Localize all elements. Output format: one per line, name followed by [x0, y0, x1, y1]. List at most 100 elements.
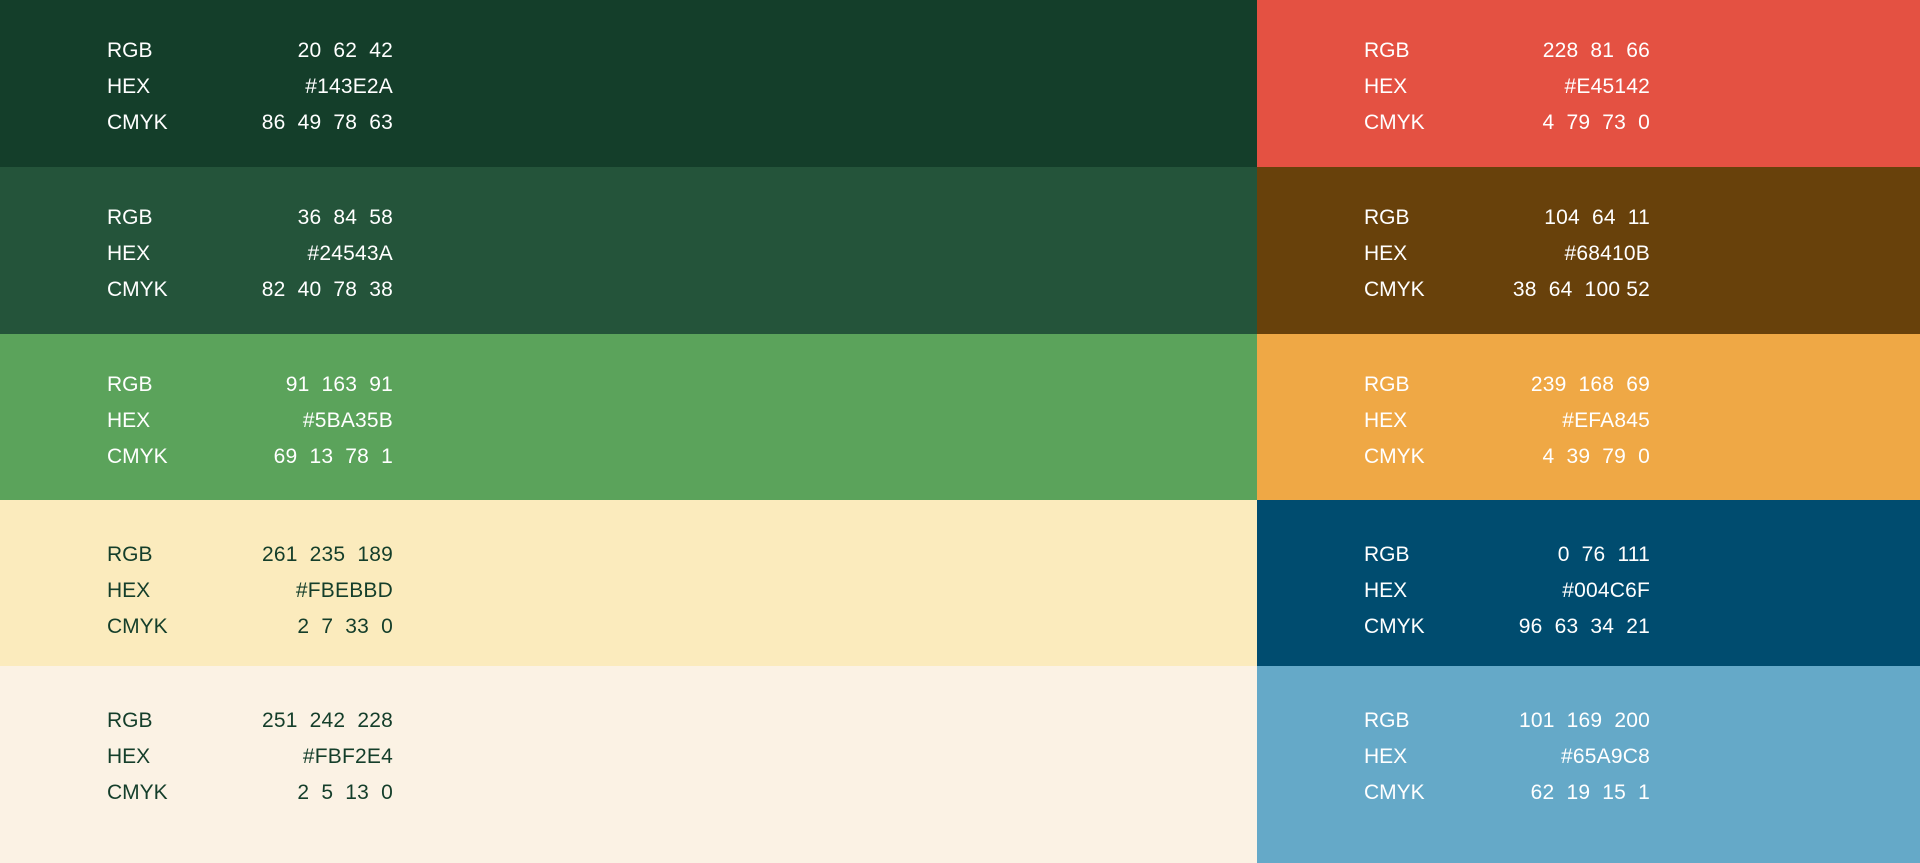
rgb-label: RGB: [107, 709, 153, 732]
rgb-label: RGB: [1364, 543, 1410, 566]
rgb-value: 228 81 66: [1542, 39, 1650, 62]
palette-column-left: RGB 20 62 42 HEX #143E2A CMYK 86 49 78 6…: [0, 0, 1257, 863]
rgb-row: RGB 36 84 58: [107, 200, 393, 236]
rgb-value: 0 76 111: [1557, 543, 1650, 566]
color-spec: RGB 228 81 66 HEX #E45142 CMYK 4 79 73 0: [1364, 33, 1650, 141]
swatch-forest-green: RGB 36 84 58 HEX #24543A CMYK 82 40 78 3…: [0, 167, 1257, 334]
rgb-value: 104 64 11: [1544, 206, 1650, 229]
cmyk-row: CMYK 4 39 79 0: [1364, 439, 1650, 475]
rgb-value: 91 163 91: [285, 373, 393, 396]
hex-label: HEX: [1364, 745, 1408, 768]
cmyk-row: CMYK 62 19 15 1: [1364, 775, 1650, 811]
cmyk-row: CMYK 2 7 33 0: [107, 609, 393, 645]
cmyk-label: CMYK: [107, 781, 168, 804]
cmyk-row: CMYK 86 49 78 63: [107, 105, 393, 141]
hex-value: #FBEBBD: [295, 579, 393, 602]
hex-row: HEX #FBF2E4: [107, 739, 393, 775]
hex-value: #143E2A: [305, 75, 393, 98]
hex-label: HEX: [107, 579, 151, 602]
cmyk-value: 4 39 79 0: [1542, 445, 1650, 468]
rgb-label: RGB: [107, 373, 153, 396]
hex-label: HEX: [1364, 409, 1408, 432]
cmyk-label: CMYK: [1364, 445, 1425, 468]
rgb-label: RGB: [107, 206, 153, 229]
hex-row: HEX #143E2A: [107, 69, 393, 105]
cmyk-label: CMYK: [1364, 615, 1425, 638]
cmyk-row: CMYK 82 40 78 38: [107, 272, 393, 308]
rgb-row: RGB 228 81 66: [1364, 33, 1650, 69]
hex-row: HEX #004C6F: [1364, 573, 1650, 609]
hex-label: HEX: [107, 409, 151, 432]
rgb-label: RGB: [107, 39, 153, 62]
color-spec: RGB 36 84 58 HEX #24543A CMYK 82 40 78 3…: [107, 200, 393, 308]
hex-row: HEX #68410B: [1364, 236, 1650, 272]
rgb-row: RGB 251 242 228: [107, 703, 393, 739]
rgb-label: RGB: [1364, 373, 1410, 396]
cmyk-row: CMYK 2 5 13 0: [107, 775, 393, 811]
cmyk-label: CMYK: [1364, 278, 1425, 301]
cmyk-value: 96 63 34 21: [1518, 615, 1650, 638]
rgb-row: RGB 239 168 69: [1364, 367, 1650, 403]
cmyk-row: CMYK 38 64 100 52: [1364, 272, 1650, 308]
hex-label: HEX: [107, 75, 151, 98]
rgb-value: 20 62 42: [297, 39, 393, 62]
rgb-label: RGB: [1364, 709, 1410, 732]
cmyk-label: CMYK: [107, 111, 168, 134]
hex-label: HEX: [107, 242, 151, 265]
rgb-value: 261 235 189: [261, 543, 393, 566]
hex-value: #EFA845: [1562, 409, 1650, 432]
cmyk-label: CMYK: [1364, 111, 1425, 134]
rgb-value: 101 169 200: [1518, 709, 1650, 732]
color-spec: RGB 91 163 91 HEX #5BA35B CMYK 69 13 78 …: [107, 367, 393, 475]
hex-row: HEX #5BA35B: [107, 403, 393, 439]
rgb-value: 239 168 69: [1530, 373, 1650, 396]
cmyk-value: 62 19 15 1: [1530, 781, 1650, 804]
cmyk-label: CMYK: [107, 615, 168, 638]
hex-row: HEX #65A9C8: [1364, 739, 1650, 775]
cmyk-value: 2 5 13 0: [297, 781, 393, 804]
hex-value: #24543A: [307, 242, 393, 265]
palette-column-right: RGB 228 81 66 HEX #E45142 CMYK 4 79 73 0…: [1257, 0, 1920, 863]
swatch-leaf-green: RGB 91 163 91 HEX #5BA35B CMYK 69 13 78 …: [0, 334, 1257, 500]
color-spec: RGB 251 242 228 HEX #FBF2E4 CMYK 2 5 13 …: [107, 703, 393, 811]
cmyk-value: 82 40 78 38: [261, 278, 393, 301]
cmyk-row: CMYK 4 79 73 0: [1364, 105, 1650, 141]
hex-value: #FBF2E4: [302, 745, 393, 768]
cmyk-label: CMYK: [107, 278, 168, 301]
color-spec: RGB 239 168 69 HEX #EFA845 CMYK 4 39 79 …: [1364, 367, 1650, 475]
hex-row: HEX #EFA845: [1364, 403, 1650, 439]
swatch-orange: RGB 239 168 69 HEX #EFA845 CMYK 4 39 79 …: [1257, 334, 1920, 500]
rgb-label: RGB: [1364, 206, 1410, 229]
cmyk-label: CMYK: [107, 445, 168, 468]
rgb-row: RGB 20 62 42: [107, 33, 393, 69]
rgb-label: RGB: [1364, 39, 1410, 62]
rgb-row: RGB 104 64 11: [1364, 200, 1650, 236]
hex-value: #004C6F: [1562, 579, 1650, 602]
swatch-coral-red: RGB 228 81 66 HEX #E45142 CMYK 4 79 73 0: [1257, 0, 1920, 167]
hex-value: #65A9C8: [1561, 745, 1650, 768]
color-spec: RGB 20 62 42 HEX #143E2A CMYK 86 49 78 6…: [107, 33, 393, 141]
hex-value: #68410B: [1564, 242, 1650, 265]
hex-row: HEX #E45142: [1364, 69, 1650, 105]
swatch-dark-green: RGB 20 62 42 HEX #143E2A CMYK 86 49 78 6…: [0, 0, 1257, 167]
swatch-off-white: RGB 251 242 228 HEX #FBF2E4 CMYK 2 5 13 …: [0, 666, 1257, 863]
cmyk-value: 4 79 73 0: [1542, 111, 1650, 134]
hex-label: HEX: [107, 745, 151, 768]
cmyk-row: CMYK 96 63 34 21: [1364, 609, 1650, 645]
color-palette: RGB 20 62 42 HEX #143E2A CMYK 86 49 78 6…: [0, 0, 1920, 863]
rgb-row: RGB 101 169 200: [1364, 703, 1650, 739]
hex-label: HEX: [1364, 579, 1408, 602]
rgb-row: RGB 261 235 189: [107, 537, 393, 573]
cmyk-value: 38 64 100 52: [1512, 278, 1650, 301]
rgb-label: RGB: [107, 543, 153, 566]
color-spec: RGB 261 235 189 HEX #FBEBBD CMYK 2 7 33 …: [107, 537, 393, 645]
rgb-value: 251 242 228: [261, 709, 393, 732]
swatch-cream-yellow: RGB 261 235 189 HEX #FBEBBD CMYK 2 7 33 …: [0, 500, 1257, 666]
color-spec: RGB 101 169 200 HEX #65A9C8 CMYK 62 19 1…: [1364, 703, 1650, 811]
hex-row: HEX #24543A: [107, 236, 393, 272]
swatch-sky-blue: RGB 101 169 200 HEX #65A9C8 CMYK 62 19 1…: [1257, 666, 1920, 863]
rgb-value: 36 84 58: [297, 206, 393, 229]
hex-row: HEX #FBEBBD: [107, 573, 393, 609]
cmyk-row: CMYK 69 13 78 1: [107, 439, 393, 475]
cmyk-label: CMYK: [1364, 781, 1425, 804]
